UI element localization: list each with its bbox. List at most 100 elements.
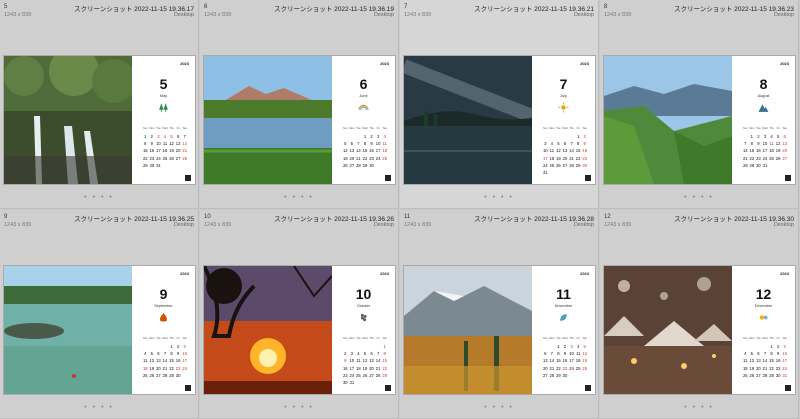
calendar-day: 8 bbox=[576, 141, 580, 147]
month-name: December bbox=[754, 304, 773, 308]
weekday-header: Sun Mon Tue Wed Thu Fri Sat bbox=[742, 337, 788, 340]
month-name: October bbox=[356, 304, 371, 308]
calendar-day: 21 bbox=[549, 365, 555, 371]
calendar-day: 26 bbox=[362, 372, 368, 378]
calendar-day: 30 bbox=[175, 372, 181, 378]
calendar-panel: 2023 7 July Sun Mon Tue Wed Thu Fri Sat 123456… bbox=[532, 56, 595, 184]
calendar-day: 25 bbox=[575, 365, 581, 371]
calendar-photo bbox=[604, 266, 732, 394]
screenshot-tile[interactable]: 8 1243 x 839 スクリーンショット 2022-11-15 19.36.… bbox=[600, 0, 799, 209]
screenshot-tile[interactable]: 12 1243 x 839 スクリーンショット 2022-11-15 19.36… bbox=[600, 210, 799, 419]
calendar-day: 31 bbox=[542, 169, 548, 175]
calendar-day: 14 bbox=[762, 358, 768, 364]
tree-icon bbox=[158, 100, 169, 112]
calendar-day: 10 bbox=[375, 141, 381, 147]
calendar-day: 14 bbox=[549, 358, 555, 364]
calendar-panel: 2023 6 June Sun Mon Tue Wed Thu Fri Sat 123456… bbox=[332, 56, 395, 184]
calendar-day: 9 bbox=[776, 351, 780, 357]
calendar-day: 3 bbox=[763, 134, 767, 139]
more-dots: • • • • bbox=[84, 404, 114, 411]
screenshot-tile[interactable]: 6 1243 x 839 スクリーンショット 2022-11-15 19.36.… bbox=[200, 0, 399, 209]
calendar-day: 25 bbox=[162, 155, 168, 161]
month-number: 6 bbox=[359, 76, 368, 92]
calendar-day: 28 bbox=[375, 372, 381, 378]
calendar-day: 4 bbox=[163, 134, 167, 139]
calendar-day: 3 bbox=[376, 134, 380, 139]
calendar-day: 13 bbox=[175, 141, 181, 147]
weekday-label: Mon bbox=[749, 337, 755, 340]
weekday-label: Wed bbox=[362, 127, 368, 130]
weekday-label: Mon bbox=[549, 337, 555, 340]
tile-kind: Desktop bbox=[173, 222, 194, 228]
weekday-label: Wed bbox=[762, 337, 768, 340]
calendar-day: 2 bbox=[563, 344, 567, 349]
calendar-card[interactable]: 2023 6 June Sun Mon Tue Wed Thu Fri Sat 123456… bbox=[204, 56, 395, 184]
calendar-photo bbox=[604, 56, 732, 184]
month-number: 8 bbox=[759, 76, 768, 92]
tile-index: 10 bbox=[204, 214, 211, 220]
screenshot-tile[interactable]: 10 1243 x 839 スクリーンショット 2022-11-15 19.36… bbox=[200, 210, 399, 419]
calendar-day: 9 bbox=[176, 351, 180, 357]
calendar-year: 2023 bbox=[180, 61, 189, 66]
calendar-card[interactable]: 2023 5 May Sun Mon Tue Wed Thu Fri Sat 1234567… bbox=[4, 56, 195, 184]
calendar-day: 10 bbox=[762, 141, 768, 147]
weekday-label: Sat bbox=[782, 337, 787, 340]
calendar-day: 27 bbox=[175, 155, 181, 161]
calendar-card[interactable]: 2023 10 October Sun Mon Tue Wed Thu Fri Sat 12… bbox=[204, 266, 395, 394]
calendar-day: 22 bbox=[575, 155, 581, 161]
weekday-label: Sat bbox=[582, 127, 587, 130]
calendar-day: 17 bbox=[182, 358, 188, 364]
weekday-label: Sat bbox=[382, 337, 387, 340]
weekday-header: Sun Mon Tue Wed Thu Fri Sat bbox=[142, 337, 188, 340]
tile-index: 11 bbox=[404, 214, 411, 220]
calendar-day: 27 bbox=[782, 155, 788, 161]
calendar-day: 18 bbox=[549, 155, 555, 161]
calendar-day: 5 bbox=[150, 351, 154, 357]
weekday-label: Fri bbox=[176, 127, 180, 130]
weekday-label: Mon bbox=[149, 337, 155, 340]
leaf-icon bbox=[558, 310, 569, 321]
calendar-photo bbox=[4, 266, 132, 394]
calendar-photo bbox=[404, 266, 532, 394]
calendar-day: 8 bbox=[750, 141, 754, 147]
calendar-panel: 2023 9 September Sun Mon Tue Wed Thu Fri Sat 1… bbox=[132, 266, 195, 394]
calendar-day: 1 bbox=[363, 134, 367, 139]
weekday-label: Fri bbox=[176, 337, 180, 340]
calendar-day: 16 bbox=[582, 148, 588, 154]
calendar-card[interactable]: 2023 9 September Sun Mon Tue Wed Thu Fri Sat 1… bbox=[4, 266, 195, 394]
more-dots: • • • • bbox=[284, 404, 314, 411]
calendar-day: 7 bbox=[376, 351, 380, 357]
calendar-day: 16 bbox=[775, 358, 781, 364]
calendar-card[interactable]: 2023 12 December Sun Mon Tue Wed Thu Fri Sat 1… bbox=[604, 266, 795, 394]
calendar-day: 7 bbox=[550, 351, 554, 357]
calendar-day: 14 bbox=[182, 141, 188, 147]
calendar-day: 2 bbox=[150, 134, 154, 139]
screenshot-tile[interactable]: 7 1243 x 839 スクリーンショット 2022-11-15 19.36.… bbox=[400, 0, 599, 209]
calendar-day: 19 bbox=[582, 358, 588, 364]
qr-code-icon bbox=[185, 385, 191, 391]
screenshot-tile[interactable]: 9 1243 x 839 スクリーンショット 2022-11-15 19.36.… bbox=[0, 210, 199, 419]
month-name: May bbox=[159, 94, 168, 98]
calendar-card[interactable]: 2023 8 August Sun Mon Tue Wed Thu Fri Sat 1234… bbox=[604, 56, 795, 184]
tile-kind: Desktop bbox=[773, 12, 794, 18]
calendar-day: 9 bbox=[150, 141, 154, 147]
weekday-header: Sun Mon Tue Wed Thu Fri Sat bbox=[342, 127, 388, 130]
calendar-card[interactable]: 2023 7 July Sun Mon Tue Wed Thu Fri Sat 123456… bbox=[404, 56, 595, 184]
calendar-day: 28 bbox=[182, 155, 188, 161]
calendar-days: 1 2 3 4 5 6 7 8 9 10 11 12 13 14 15 16 17 18 19 20 21 22 23 24 2… bbox=[142, 134, 188, 168]
calendar-day: 28 bbox=[549, 372, 555, 378]
screenshot-tile[interactable]: 5 1243 x 839 スクリーンショット 2022-11-15 19.36.… bbox=[0, 0, 199, 209]
calendar-day: 20 bbox=[562, 155, 568, 161]
tile-index: 12 bbox=[604, 214, 611, 220]
calendar-day: 8 bbox=[363, 141, 367, 147]
calendar-photo bbox=[4, 56, 132, 184]
screenshot-tile[interactable]: 11 1243 x 839 スクリーンショット 2022-11-15 19.36… bbox=[400, 210, 599, 419]
calendar-days: 1 2 3 4 5 6 7 8 9 10 11 12 13 14 15 16 17 18 19 20 21 22 23 24 2… bbox=[142, 344, 188, 378]
weekday-label: Sat bbox=[182, 337, 187, 340]
calendar-day: 2 bbox=[583, 134, 586, 139]
weekday-label: Fri bbox=[576, 337, 580, 340]
month-name: June bbox=[359, 94, 368, 98]
calendar-day: 22 bbox=[749, 155, 755, 161]
calendar-day: 11 bbox=[575, 351, 581, 357]
calendar-card[interactable]: 2023 11 November Sun Mon Tue Wed Thu Fri Sat 1… bbox=[404, 266, 595, 394]
